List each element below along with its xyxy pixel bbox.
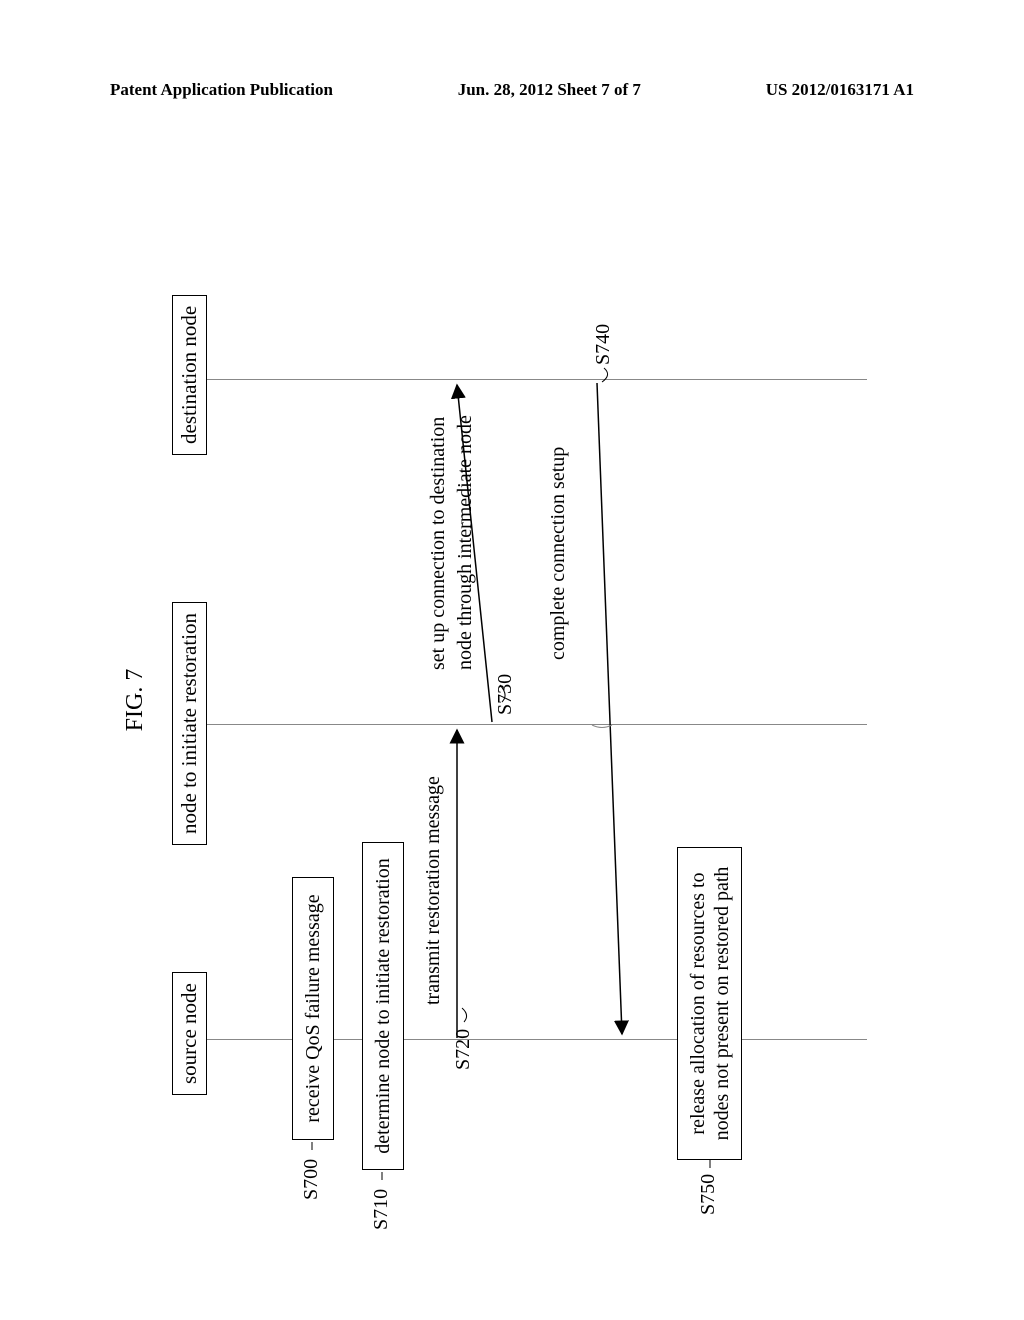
step-s750-line1: release allocation of resources to <box>686 872 710 1134</box>
label-s720: transmit restoration message <box>422 776 445 1005</box>
step-s710: determine node to initiate restoration <box>362 842 404 1170</box>
tag-s740: S740 <box>592 324 615 365</box>
step-s750: release allocation of resources to nodes… <box>677 847 742 1160</box>
tag-s720: S720 <box>452 1029 475 1070</box>
step-s700: receive QoS failure message <box>292 877 334 1140</box>
label-s740: complete connection setup <box>547 447 570 660</box>
step-s750-line2: nodes not present on restored path <box>710 867 734 1141</box>
page-header: Patent Application Publication Jun. 28, … <box>0 80 1024 100</box>
lane-source-node: source node <box>172 972 207 1095</box>
label-s730-line1: set up connection to destination <box>427 417 450 670</box>
label-s730-line2: node through intermediate node <box>454 415 477 670</box>
figure-7: FIG. 7 source node node to initiate rest… <box>122 200 902 1200</box>
tag-s700: S700 <box>300 1159 323 1200</box>
tag-s750: S750 <box>697 1174 720 1215</box>
lane-initiator-node: node to initiate restoration <box>172 602 207 845</box>
lane-destination-node: destination node <box>172 295 207 455</box>
lifeline-initiator <box>207 724 867 725</box>
tag-s710: S710 <box>370 1189 393 1230</box>
header-center: Jun. 28, 2012 Sheet 7 of 7 <box>458 80 641 100</box>
header-right: US 2012/0163171 A1 <box>766 80 914 100</box>
tag-s730: S730 <box>494 674 517 715</box>
header-left: Patent Application Publication <box>110 80 333 100</box>
lifeline-destination <box>207 379 867 380</box>
figure-title: FIG. 7 <box>122 669 149 732</box>
